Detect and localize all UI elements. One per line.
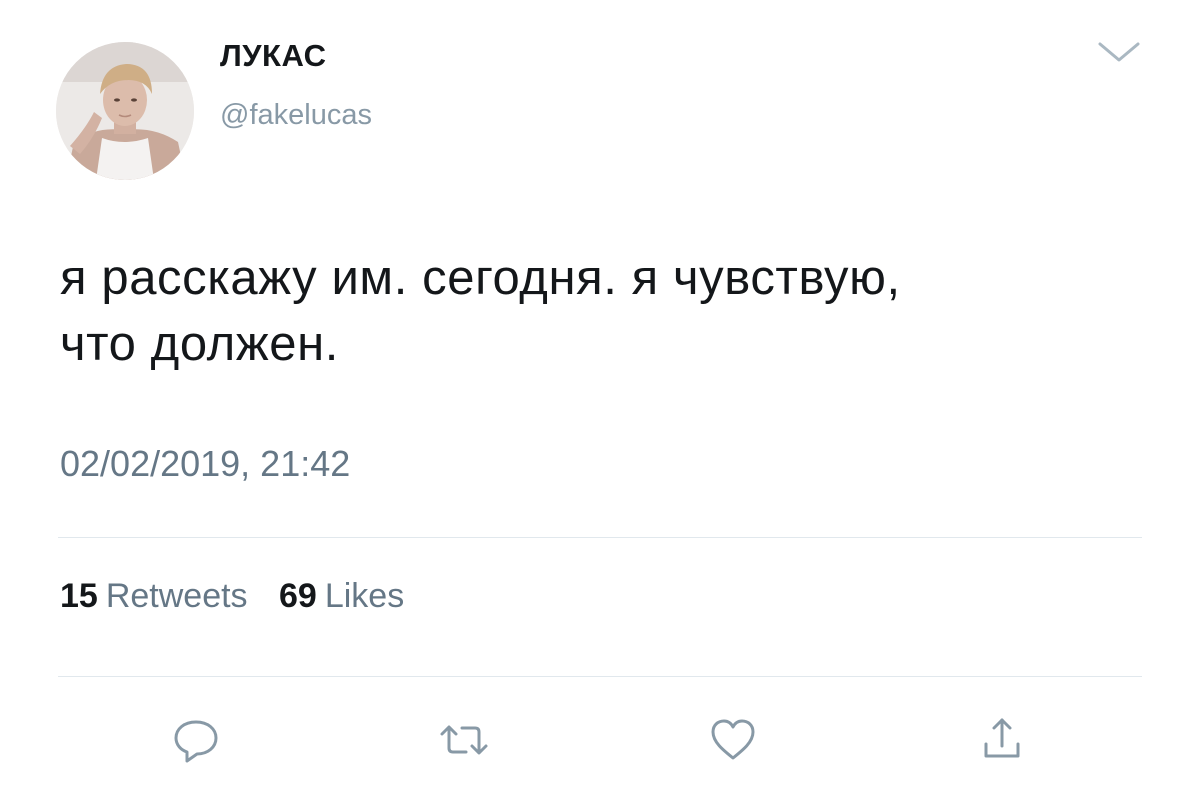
share-icon [984, 718, 1020, 758]
divider [58, 676, 1142, 677]
retweet-icon [440, 725, 488, 755]
retweet-button[interactable] [436, 712, 492, 768]
user-handle[interactable]: @fakelucas [220, 99, 372, 132]
likes-label: Likes [324, 577, 405, 615]
likes-count: 69 [279, 577, 317, 615]
divider [58, 537, 1142, 538]
avatar-photo [56, 42, 194, 180]
likes-stat[interactable]: 69 Likes [279, 577, 404, 616]
tweet-card: ЛУКАС @fakelucas я расскажу им. сегодня.… [0, 0, 1200, 800]
retweets-count: 15 [60, 577, 98, 615]
heart-icon [711, 719, 755, 760]
reply-bubble-icon [174, 720, 218, 763]
engagement-stats: 15 Retweets 69 Likes [60, 577, 426, 616]
retweets-label: Retweets [105, 577, 248, 615]
display-name[interactable]: ЛУКАС [220, 38, 326, 74]
chevron-down-icon[interactable] [1094, 36, 1144, 66]
like-button[interactable] [705, 712, 761, 768]
retweets-stat[interactable]: 15 Retweets [60, 577, 248, 616]
timestamp[interactable]: 02/02/2019, 21:42 [60, 443, 350, 485]
avatar[interactable] [56, 42, 194, 180]
tweet-text: я расскажу им. сегодня. я чувствую, что … [60, 245, 1140, 377]
tweet-text-line: я расскажу им. сегодня. я чувствую, [60, 251, 901, 305]
share-button[interactable] [974, 712, 1030, 768]
reply-button[interactable] [168, 712, 224, 768]
tweet-text-line: что должен. [60, 317, 339, 371]
